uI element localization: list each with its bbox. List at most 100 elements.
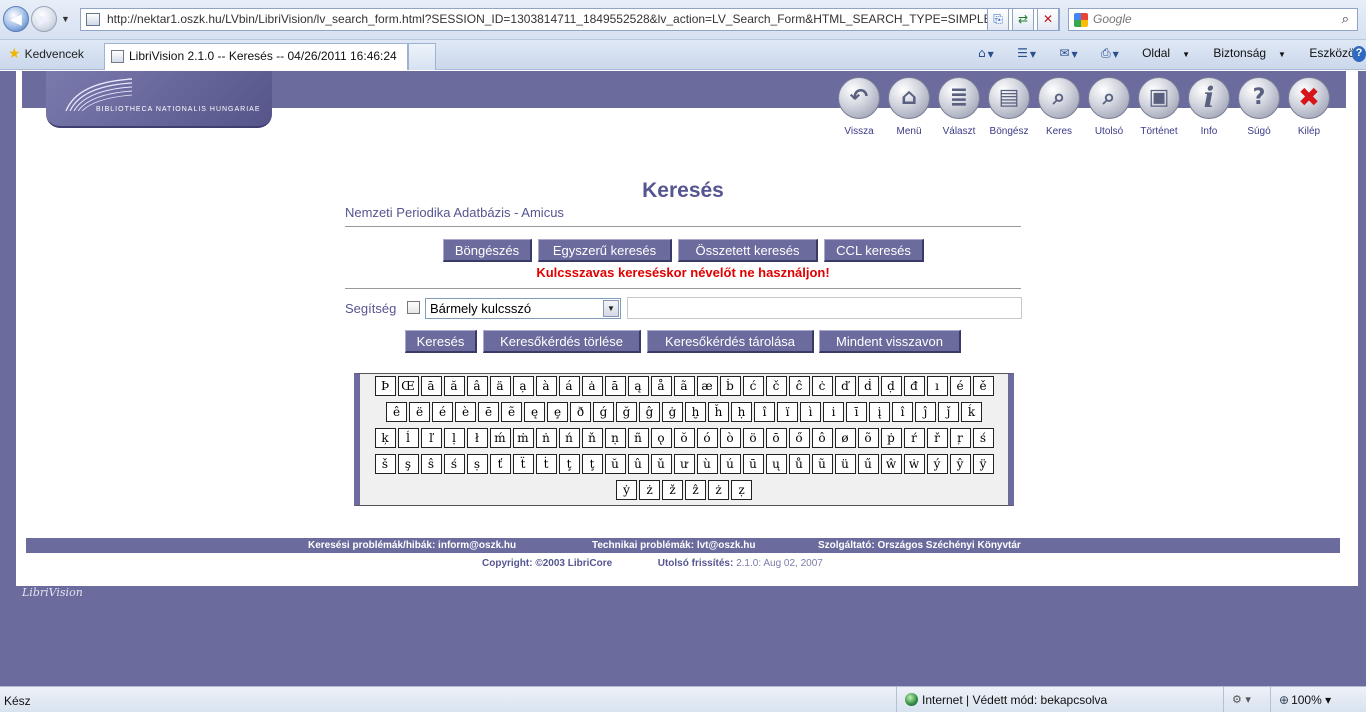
special-char-button[interactable]: ē — [478, 402, 499, 422]
special-char-button[interactable]: ť — [489, 454, 511, 474]
special-char-button[interactable]: ŗ — [949, 428, 971, 448]
protected-mode-icon[interactable]: ⚙ ▾ — [1223, 687, 1251, 712]
special-char-button[interactable]: ĝ — [639, 402, 660, 422]
special-char-button[interactable]: ú — [719, 454, 741, 474]
special-char-button[interactable]: ř — [926, 428, 948, 448]
toolbar-button-3[interactable]: ▤ Böngész — [984, 77, 1034, 137]
special-char-button[interactable]: á — [558, 376, 580, 396]
special-char-button[interactable]: å — [650, 376, 672, 396]
special-char-button[interactable]: ã — [673, 376, 695, 396]
print-icon[interactable]: ⎙ ▼ — [1101, 46, 1129, 60]
special-char-button[interactable]: ǵ — [593, 402, 614, 422]
special-char-button[interactable]: ó — [696, 428, 718, 448]
toolbar-button-6[interactable]: ▣ Történet — [1134, 77, 1184, 137]
special-char-button[interactable]: ś — [972, 428, 994, 448]
search-button[interactable]: Keresés — [405, 330, 477, 353]
special-char-button[interactable]: æ — [696, 376, 718, 396]
tab-librivision[interactable]: LibriVision 2.1.0 -- Keresés -- 04/26/20… — [104, 43, 408, 70]
special-char-button[interactable]: â — [466, 376, 488, 396]
toolbar-button-0[interactable]: ↶ Vissza — [834, 77, 884, 137]
special-char-button[interactable]: ũ — [811, 454, 833, 474]
special-char-button[interactable]: ð — [570, 402, 591, 422]
clear-query-button[interactable]: Keresőkérdés törlése — [483, 330, 641, 353]
toolbar-button-1[interactable]: ⌂ Menü — [884, 77, 934, 137]
special-char-button[interactable]: ḥ — [731, 402, 752, 422]
special-char-button[interactable]: ṁ — [512, 428, 534, 448]
special-char-button[interactable]: õ — [857, 428, 879, 448]
special-char-button[interactable]: ķ — [374, 428, 396, 448]
special-char-button[interactable]: ī — [846, 402, 867, 422]
new-tab-button[interactable] — [408, 43, 436, 70]
special-char-button[interactable]: ų — [765, 454, 787, 474]
special-char-button[interactable]: ẏ — [616, 480, 637, 500]
special-char-button[interactable]: ḍ — [880, 376, 902, 396]
special-char-button[interactable]: ď — [834, 376, 856, 396]
special-char-button[interactable]: ṗ — [880, 428, 902, 448]
special-char-button[interactable]: ï — [777, 402, 798, 422]
special-char-button[interactable]: ḃ — [719, 376, 741, 396]
special-char-button[interactable]: į — [869, 402, 890, 422]
safety-menu[interactable]: Biztonság ▼ — [1213, 46, 1296, 60]
special-char-button[interactable]: ı — [926, 376, 948, 396]
special-char-button[interactable]: ṅ — [535, 428, 557, 448]
special-char-button[interactable]: ă — [443, 376, 465, 396]
toolbar-button-7[interactable]: i Info — [1184, 77, 1234, 137]
tab-advanced-search[interactable]: Összetett keresés — [678, 239, 818, 262]
special-char-button[interactable]: ñ — [627, 428, 649, 448]
special-char-button[interactable]: ḷ — [443, 428, 465, 448]
special-char-button[interactable]: ì — [800, 402, 821, 422]
special-char-button[interactable]: ţ — [558, 454, 580, 474]
special-char-button[interactable]: ǔ — [650, 454, 672, 474]
query-input[interactable] — [627, 297, 1022, 319]
special-char-button[interactable]: ÿ — [972, 454, 994, 474]
special-char-button[interactable]: î — [892, 402, 913, 422]
special-char-button[interactable]: ő — [788, 428, 810, 448]
special-char-button[interactable]: ȧ — [581, 376, 603, 396]
special-char-button[interactable]: ô — [811, 428, 833, 448]
special-char-button[interactable]: ŝ — [420, 454, 442, 474]
special-char-button[interactable]: ą — [627, 376, 649, 396]
special-char-button[interactable]: ø — [834, 428, 856, 448]
store-query-button[interactable]: Keresőkérdés tárolása — [647, 330, 814, 353]
special-char-button[interactable]: ł — [466, 428, 488, 448]
special-char-button[interactable]: ŷ — [949, 454, 971, 474]
special-char-button[interactable]: ŭ — [604, 454, 626, 474]
special-char-button[interactable]: é — [432, 402, 453, 422]
chevron-down-icon[interactable]: ▼ — [603, 300, 619, 317]
compatibility-view-icon[interactable]: ⎘ — [987, 8, 1009, 31]
special-char-button[interactable]: ĉ — [788, 376, 810, 396]
special-char-button[interactable]: ǰ — [938, 402, 959, 422]
toolbar-button-5[interactable]: ⌕ Utolsó — [1084, 77, 1134, 137]
special-char-button[interactable]: ü — [834, 454, 856, 474]
refresh-icon[interactable]: ⇄ — [1012, 8, 1034, 31]
special-char-button[interactable]: ư — [673, 454, 695, 474]
special-char-button[interactable]: ō — [765, 428, 787, 448]
special-char-button[interactable]: ć — [742, 376, 764, 396]
favorites-button[interactable]: ★ Kedvencek — [8, 46, 84, 62]
special-char-button[interactable]: è — [455, 402, 476, 422]
special-char-button[interactable]: ŏ — [673, 428, 695, 448]
special-char-button[interactable]: ê — [386, 402, 407, 422]
url-input[interactable]: http://nektar1.oszk.hu/LVbin/LibriVision… — [80, 8, 1060, 31]
page-menu[interactable]: Oldal ▼ — [1142, 46, 1200, 60]
toolbar-button-8[interactable]: ? Súgó — [1234, 77, 1284, 137]
tab-browse[interactable]: Böngészés — [443, 239, 532, 262]
special-char-button[interactable]: ä — [489, 376, 511, 396]
zoom-control[interactable]: ⊕ 100% ▾ — [1270, 687, 1331, 712]
special-char-button[interactable]: ŕ — [903, 428, 925, 448]
special-char-button[interactable]: ḱ — [961, 402, 982, 422]
special-char-button[interactable]: ű — [857, 454, 879, 474]
special-char-button[interactable]: ş — [397, 454, 419, 474]
feeds-icon[interactable]: ☰ ▼ — [1017, 46, 1046, 60]
special-char-button[interactable]: ẇ — [903, 454, 925, 474]
special-char-button[interactable]: à — [535, 376, 557, 396]
special-char-button[interactable]: ṣ — [466, 454, 488, 474]
special-char-button[interactable]: ę — [524, 402, 545, 422]
security-zone[interactable]: Internet | Védett mód: bekapcsolva — [896, 687, 1107, 712]
special-char-button[interactable]: ǫ — [650, 428, 672, 448]
special-char-button[interactable]: û — [627, 454, 649, 474]
toolbar-button-2[interactable]: ≣ Választ — [934, 77, 984, 137]
special-char-button[interactable]: ľ — [420, 428, 442, 448]
home-icon[interactable]: ⌂ ▼ — [978, 46, 1004, 60]
mail-icon[interactable]: ✉ ▼ — [1059, 46, 1087, 60]
